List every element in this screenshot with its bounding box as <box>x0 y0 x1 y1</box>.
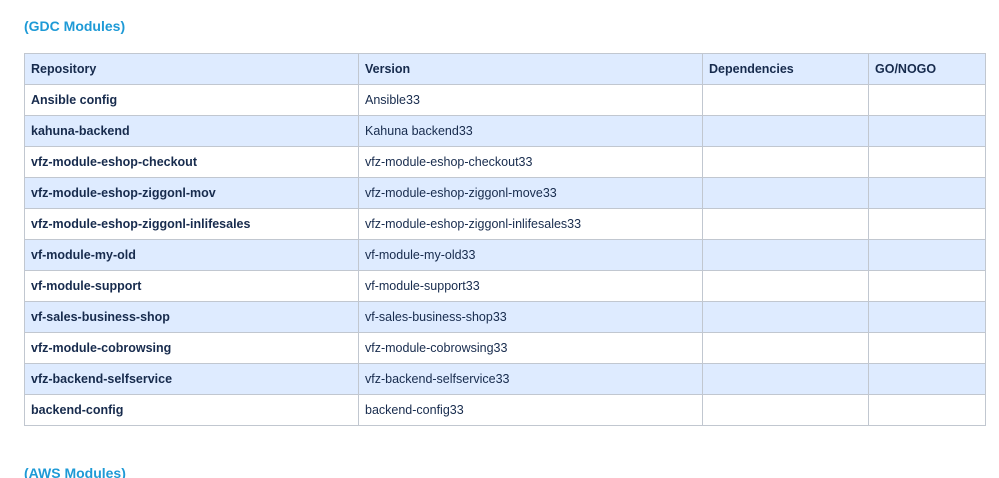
gonogo-cell[interactable] <box>868 270 986 302</box>
version-cell[interactable]: vfz-module-cobrowsing33 <box>358 332 703 364</box>
dependencies-cell[interactable] <box>702 394 869 426</box>
gonogo-cell[interactable] <box>868 208 986 240</box>
gonogo-cell[interactable] <box>868 115 986 147</box>
repository-cell[interactable]: vfz-module-cobrowsing <box>24 332 359 364</box>
gdc-modules-heading[interactable]: (GDC Modules) <box>24 17 125 35</box>
dependencies-cell[interactable] <box>702 239 869 271</box>
version-cell[interactable]: vf-sales-business-shop33 <box>358 301 703 333</box>
version-cell[interactable]: Kahuna backend33 <box>358 115 703 147</box>
version-cell[interactable]: vfz-backend-selfservice33 <box>358 363 703 395</box>
gonogo-cell[interactable] <box>868 146 986 178</box>
dependencies-cell[interactable] <box>702 84 869 116</box>
version-cell[interactable]: vfz-module-eshop-checkout33 <box>358 146 703 178</box>
repository-cell[interactable]: kahuna-backend <box>24 115 359 147</box>
repository-cell[interactable]: vfz-module-eshop-checkout <box>24 146 359 178</box>
table-row: vf-module-support vf-module-support33 <box>24 270 986 302</box>
gonogo-cell[interactable] <box>868 332 986 364</box>
gdc-modules-table: Repository Version Dependencies GO/NOGO … <box>24 53 986 426</box>
repository-cell[interactable]: Ansible config <box>24 84 359 116</box>
repository-cell[interactable]: vf-module-support <box>24 270 359 302</box>
dependencies-cell[interactable] <box>702 363 869 395</box>
table-row: backend-config backend-config33 <box>24 394 986 426</box>
repository-cell[interactable]: vfz-module-eshop-ziggonl-inlifesales <box>24 208 359 240</box>
table-row: vf-module-my-old vf-module-my-old33 <box>24 239 986 271</box>
aws-modules-heading[interactable]: (AWS Modules) <box>24 464 126 478</box>
dependencies-cell[interactable] <box>702 332 869 364</box>
table-row: Ansible config Ansible33 <box>24 84 986 116</box>
repository-cell[interactable]: vf-module-my-old <box>24 239 359 271</box>
dependencies-cell[interactable] <box>702 177 869 209</box>
version-cell[interactable]: vfz-module-eshop-ziggonl-inlifesales33 <box>358 208 703 240</box>
table-row: vfz-module-eshop-ziggonl-inlifesales vfz-… <box>24 208 986 240</box>
table-row: vfz-backend-selfservice vfz-backend-selfs… <box>24 363 986 395</box>
table-header-row: Repository Version Dependencies GO/NOGO <box>24 53 986 85</box>
version-cell[interactable]: backend-config33 <box>358 394 703 426</box>
dependencies-cell[interactable] <box>702 146 869 178</box>
repository-cell[interactable]: vfz-module-eshop-ziggonl-mov <box>24 177 359 209</box>
gonogo-cell[interactable] <box>868 301 986 333</box>
gonogo-cell[interactable] <box>868 363 986 395</box>
version-cell[interactable]: vf-module-my-old33 <box>358 239 703 271</box>
column-header-version: Version <box>358 53 703 85</box>
dependencies-cell[interactable] <box>702 270 869 302</box>
table-row: vfz-module-eshop-checkout vfz-module-esho… <box>24 146 986 178</box>
repository-cell[interactable]: vf-sales-business-shop <box>24 301 359 333</box>
table-row: kahuna-backend Kahuna backend33 <box>24 115 986 147</box>
dependencies-cell[interactable] <box>702 208 869 240</box>
column-header-gonogo: GO/NOGO <box>868 53 986 85</box>
table-row: vfz-module-eshop-ziggonl-mov vfz-module-e… <box>24 177 986 209</box>
repository-cell[interactable]: vfz-backend-selfservice <box>24 363 359 395</box>
table-row: vfz-module-cobrowsing vfz-module-cobrowsi… <box>24 332 986 364</box>
gonogo-cell[interactable] <box>868 84 986 116</box>
gonogo-cell[interactable] <box>868 239 986 271</box>
page: (GDC Modules) Repository Version Depende… <box>0 0 999 478</box>
dependencies-cell[interactable] <box>702 301 869 333</box>
version-cell[interactable]: Ansible33 <box>358 84 703 116</box>
table-row: vf-sales-business-shop vf-sales-business-… <box>24 301 986 333</box>
dependencies-cell[interactable] <box>702 115 869 147</box>
table-body: Ansible config Ansible33 kahuna-backend Kah… <box>24 84 986 426</box>
repository-cell[interactable]: backend-config <box>24 394 359 426</box>
version-cell[interactable]: vf-module-support33 <box>358 270 703 302</box>
column-header-dependencies: Dependencies <box>702 53 869 85</box>
gonogo-cell[interactable] <box>868 177 986 209</box>
gonogo-cell[interactable] <box>868 394 986 426</box>
column-header-repository: Repository <box>24 53 359 85</box>
version-cell[interactable]: vfz-module-eshop-ziggonl-move33 <box>358 177 703 209</box>
